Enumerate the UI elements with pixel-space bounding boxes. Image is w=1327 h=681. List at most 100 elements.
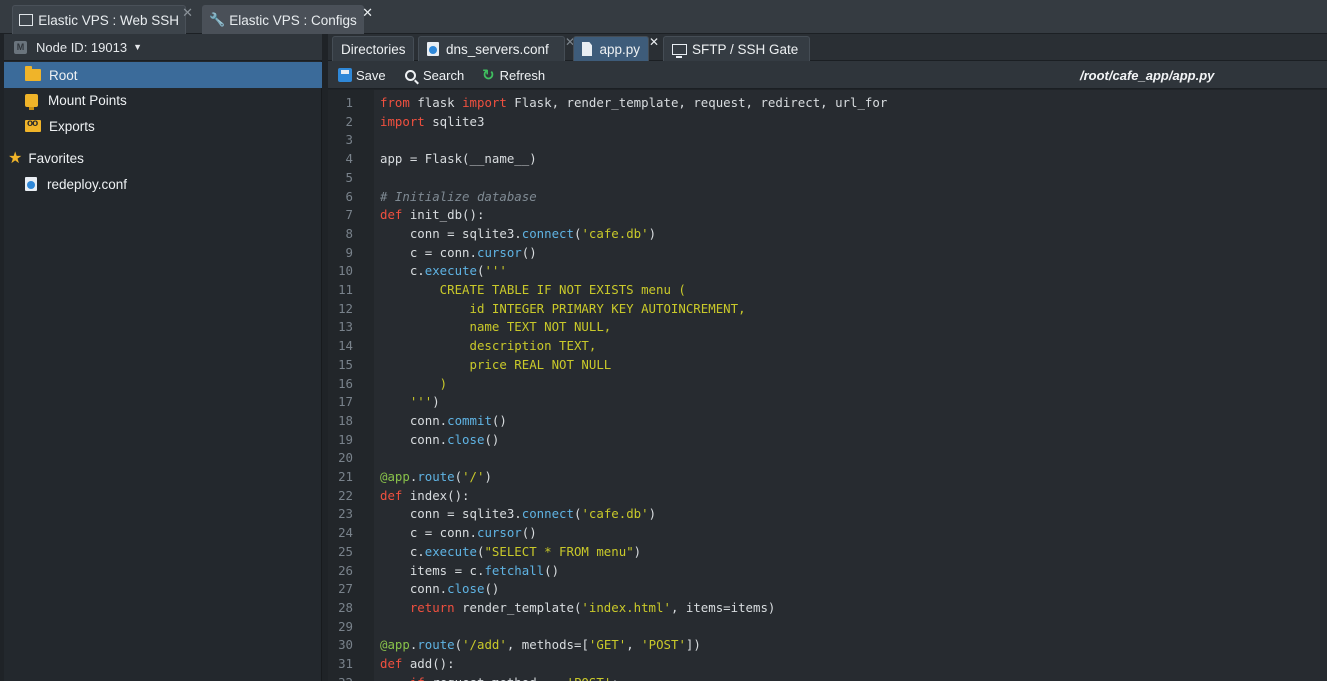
line-number: 14 [338, 338, 353, 354]
line-number: 10 [338, 263, 353, 279]
line-number: 17 [338, 394, 353, 410]
line-number: 27 [338, 581, 353, 597]
line-number: 5 [345, 169, 353, 185]
line-number: 12 [338, 300, 353, 316]
folder-icon [25, 66, 41, 81]
sidebar-item-label: redeploy.conf [47, 176, 128, 192]
line-number: 4 [345, 151, 353, 167]
close-icon[interactable]: ✕ [182, 5, 193, 21]
line-number: 26 [338, 562, 353, 578]
line-number: 23 [338, 506, 353, 522]
code-text: ) [380, 375, 448, 391]
line-number: 20 [338, 450, 353, 466]
code-line: 13 name TEXT NOT NULL, [328, 318, 1327, 337]
code-text: conn.commit() [380, 412, 507, 428]
tab-directories[interactable]: Directories [332, 36, 414, 61]
save-label: Save [356, 67, 386, 83]
tab-app-py[interactable]: app.py ✕ [573, 35, 659, 61]
line-number: 7 [345, 207, 353, 223]
code-line: 1 from flask import Flask, render_templat… [328, 94, 1327, 113]
code-text: c = conn.cursor() [380, 244, 537, 260]
code-text: conn = sqlite3.connect('cafe.db') [380, 225, 657, 241]
terminal-icon [19, 14, 34, 26]
code-text: name TEXT NOT NULL, [380, 319, 612, 335]
search-icon [405, 69, 416, 81]
code-line: 14 description TEXT, [328, 337, 1327, 356]
line-number: 19 [338, 431, 353, 447]
tab-sftp-ssh-gate[interactable]: SFTP / SSH Gate [663, 36, 810, 61]
search-button[interactable]: Search [405, 61, 464, 89]
sidebar-item-label: Exports [49, 118, 95, 134]
sidebar-item-redeploy-conf[interactable]: redeploy.conf [4, 171, 322, 197]
code-line: 19 conn.close() [328, 431, 1327, 450]
code-text: c = conn.cursor() [380, 525, 537, 541]
node-label: Node ID: 19013 [36, 39, 128, 55]
code-editor[interactable]: 1 from flask import Flask, render_templat… [328, 90, 1327, 681]
sidebar-item-label: Root [49, 67, 78, 83]
code-text: c.execute(''' [380, 263, 507, 279]
line-number: 6 [345, 188, 353, 204]
line-number: 30 [338, 637, 353, 653]
tab-dns-servers-conf[interactable]: dns_servers.conf ✕ [418, 35, 575, 61]
code-line: 24 c = conn.cursor() [328, 524, 1327, 543]
code-line: 32 if request.method == 'POST': [328, 674, 1327, 681]
save-icon [338, 68, 352, 82]
code-text: id INTEGER PRIMARY KEY AUTOINCREMENT, [380, 300, 746, 316]
code-text: conn = sqlite3.connect('cafe.db') [380, 506, 657, 522]
save-button[interactable]: Save [338, 61, 386, 89]
search-label: Search [423, 67, 465, 83]
tab-sftp-label: SFTP / SSH Gate [692, 41, 799, 57]
line-number: 9 [345, 244, 353, 260]
code-line: 26 items = c.fetchall() [328, 562, 1327, 581]
favorites-label: Favorites [28, 150, 84, 166]
code-text: if request.method == 'POST': [380, 674, 619, 681]
tab-web-ssh[interactable]: Elastic VPS : Web SSH ✕ [12, 5, 193, 34]
code-line: 5 [328, 169, 1327, 188]
close-icon[interactable]: ✕ [649, 35, 659, 49]
line-number: 18 [338, 412, 353, 428]
line-number: 16 [338, 375, 353, 391]
code-text: description TEXT, [380, 338, 597, 354]
code-line: 7 def init_db(): [328, 206, 1327, 225]
close-icon[interactable]: ✕ [362, 5, 373, 21]
tab-app-py-label: app.py [599, 41, 640, 57]
code-line: 12 id INTEGER PRIMARY KEY AUTOINCREMENT, [328, 300, 1327, 319]
code-line: 27 conn.close() [328, 580, 1327, 599]
code-text: def init_db(): [380, 207, 485, 223]
tab-configs-label: Elastic VPS : Configs [229, 12, 357, 28]
top-tab-bar: Elastic VPS : Web SSH ✕ 🔧 Elastic VPS : … [0, 0, 1327, 34]
tab-dns-label: dns_servers.conf [446, 41, 549, 57]
code-text: app = Flask(__name__) [380, 151, 537, 167]
line-number: 3 [345, 132, 353, 148]
code-line: 3 [328, 131, 1327, 150]
line-number: 28 [338, 599, 353, 615]
code-text: @app.route('/') [380, 469, 492, 484]
code-line: 16 ) [328, 375, 1327, 394]
sidebar-item-exports[interactable]: Exports [4, 113, 322, 139]
sidebar-item-root[interactable]: Root [4, 62, 322, 88]
wrench-icon: 🔧 [209, 12, 226, 27]
line-number: 31 [338, 656, 353, 671]
code-text: from flask import Flask, render_template… [380, 95, 888, 110]
tab-configs[interactable]: 🔧 Elastic VPS : Configs ✕ [202, 5, 373, 34]
code-text: ''') [380, 394, 440, 410]
code-line: 9 c = conn.cursor() [328, 244, 1327, 263]
refresh-button[interactable]: ↻ Refresh [482, 61, 545, 89]
sidebar-item-label: Mount Points [48, 92, 127, 108]
code-line: 28 return render_template('index.html', … [328, 599, 1327, 618]
code-text: items = c.fetchall() [380, 562, 560, 578]
node-icon: M [14, 40, 27, 54]
code-line: 17 ''') [328, 393, 1327, 412]
file-icon [582, 42, 593, 56]
code-line: 10 c.execute(''' [328, 262, 1327, 281]
editor-tab-bar: Directories dns_servers.conf ✕ app.py ✕ … [328, 34, 1327, 61]
monitor-icon [672, 43, 687, 58]
node-selector[interactable]: M Node ID: 19013 ▼ [4, 34, 322, 61]
code-text: import sqlite3 [380, 113, 485, 129]
sidebar-favorites-header[interactable]: ★ Favorites [4, 145, 322, 171]
sidebar-item-mount-points[interactable]: Mount Points [4, 87, 322, 113]
line-number: 2 [345, 113, 353, 129]
code-line: 31 def add(): [328, 655, 1327, 674]
refresh-label: Refresh [499, 67, 546, 83]
code-text: # Initialize database [380, 188, 537, 204]
